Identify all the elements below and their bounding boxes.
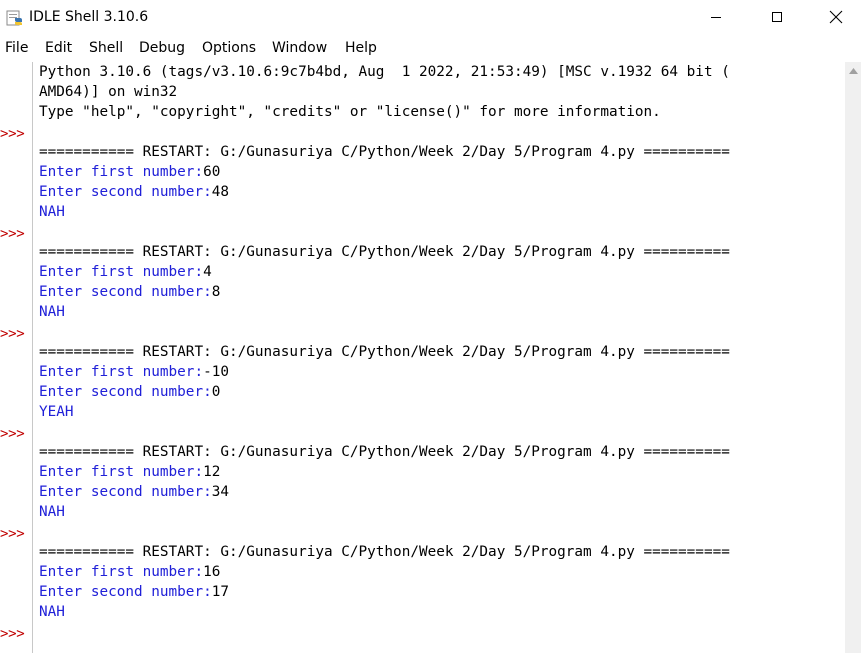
program-output: NAH: [39, 604, 65, 620]
menu-debug[interactable]: Debug: [139, 40, 185, 56]
input-prompt: Enter second number:: [39, 584, 212, 600]
input-value: 17: [211, 584, 229, 600]
input-prompt: Enter second number:: [39, 484, 212, 500]
input-line: Enter first number:12: [39, 462, 220, 482]
restart-line: =========== RESTART: G:/Gunasuriya C/Pyt…: [39, 444, 730, 460]
shell-prompt: >>>: [0, 226, 25, 242]
chevron-up-icon: [848, 67, 858, 74]
maximize-icon: [772, 12, 782, 22]
restart-line: =========== RESTART: G:/Gunasuriya C/Pyt…: [39, 244, 730, 260]
input-prompt: Enter first number:: [39, 464, 204, 480]
input-value: 48: [211, 184, 229, 200]
close-button[interactable]: [813, 0, 859, 34]
input-line: Enter second number:0: [39, 382, 220, 402]
window-title: IDLE Shell 3.10.6: [29, 9, 149, 25]
program-output: NAH: [39, 504, 65, 520]
program-output: NAH: [39, 204, 65, 220]
shell-prompt: >>>: [0, 126, 25, 142]
input-line: Enter second number:8: [39, 282, 220, 302]
restart-line: =========== RESTART: G:/Gunasuriya C/Pyt…: [39, 344, 730, 360]
maximize-button[interactable]: [754, 0, 800, 34]
shell-prompt: >>>: [0, 626, 25, 642]
restart-line: =========== RESTART: G:/Gunasuriya C/Pyt…: [39, 544, 730, 560]
input-prompt: Enter first number:: [39, 564, 204, 580]
menu-file[interactable]: File: [5, 40, 28, 56]
banner-line: Type "help", "copyright", "credits" or "…: [39, 104, 661, 120]
input-prompt: Enter second number:: [39, 284, 212, 300]
input-line: Enter second number:34: [39, 482, 229, 502]
python-idle-icon: [6, 10, 22, 26]
close-icon: [829, 10, 843, 24]
menu-edit[interactable]: Edit: [45, 40, 72, 56]
restart-line: =========== RESTART: G:/Gunasuriya C/Pyt…: [39, 144, 730, 160]
menu-shell[interactable]: Shell: [89, 40, 123, 56]
input-line: Enter first number:-10: [39, 362, 229, 382]
prompt-gutter: >>> >>> >>> >>> >>> >>>: [0, 62, 32, 653]
input-prompt: Enter first number:: [39, 364, 204, 380]
input-value: 0: [211, 384, 221, 400]
banner-line: AMD64)] on win32: [39, 84, 178, 100]
program-output: NAH: [39, 304, 65, 320]
program-output: YEAH: [39, 404, 74, 420]
input-line: Enter first number:60: [39, 162, 220, 182]
title-bar: IDLE Shell 3.10.6: [0, 0, 861, 36]
input-value: 16: [203, 564, 221, 580]
shell-output-area[interactable]: Python 3.10.6 (tags/v3.10.6:9c7b4bd, Aug…: [39, 62, 844, 653]
shell-prompt: >>>: [0, 326, 25, 342]
input-prompt: Enter second number:: [39, 184, 212, 200]
input-value: 4: [203, 264, 212, 280]
input-value: 8: [211, 284, 221, 300]
menu-help[interactable]: Help: [345, 40, 377, 56]
input-value: -10: [203, 364, 229, 380]
input-line: Enter first number:4: [39, 262, 212, 282]
shell-prompt: >>>: [0, 526, 25, 542]
input-prompt: Enter second number:: [39, 384, 212, 400]
minimize-button[interactable]: [693, 0, 739, 34]
scroll-up-button[interactable]: [845, 62, 861, 79]
menu-bar: File Edit Shell Debug Options Window Hel…: [0, 38, 861, 60]
menu-options[interactable]: Options: [202, 40, 256, 56]
gutter-divider: [32, 62, 33, 653]
input-value: 12: [203, 464, 221, 480]
menu-window[interactable]: Window: [272, 40, 327, 56]
input-line: Enter second number:48: [39, 182, 229, 202]
vertical-scrollbar[interactable]: [845, 62, 861, 653]
input-value: 34: [211, 484, 229, 500]
banner-line: Python 3.10.6 (tags/v3.10.6:9c7b4bd, Aug…: [39, 64, 730, 80]
input-line: Enter second number:17: [39, 582, 229, 602]
minimize-icon: [711, 17, 721, 18]
input-value: 60: [203, 164, 221, 180]
input-prompt: Enter first number:: [39, 264, 204, 280]
shell-prompt: >>>: [0, 426, 25, 442]
input-prompt: Enter first number:: [39, 164, 204, 180]
input-line: Enter first number:16: [39, 562, 220, 582]
